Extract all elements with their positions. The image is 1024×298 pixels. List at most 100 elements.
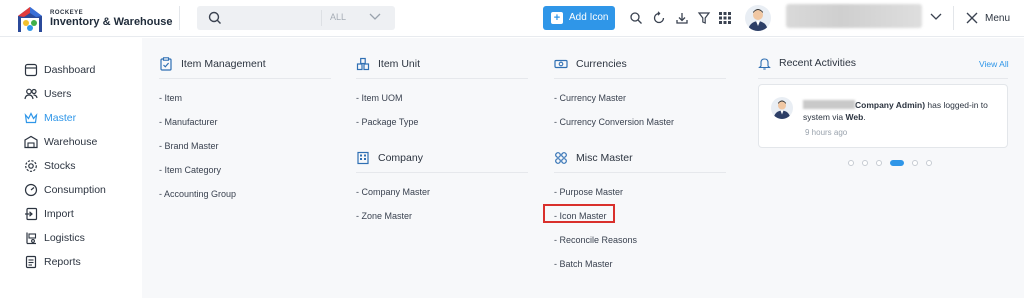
activity-channel: Web — [845, 112, 864, 122]
search-input[interactable] — [229, 10, 317, 26]
user-name-redacted[interactable] — [786, 4, 922, 28]
section-title: Item Management — [181, 58, 266, 70]
rockeye-logo-icon[interactable] — [15, 4, 45, 34]
menu-link-currency-master[interactable]: - Currency Master — [554, 93, 626, 103]
apps-grid-icon[interactable] — [718, 11, 732, 25]
gauge-icon — [24, 183, 38, 197]
activity-role: Company Admin) — [855, 100, 926, 110]
section-title: Currencies — [576, 58, 627, 70]
import-icon — [25, 207, 38, 221]
section-company: Company — [356, 150, 516, 166]
chevron-down-icon[interactable] — [369, 12, 381, 22]
download-icon[interactable] — [675, 11, 689, 25]
bell-icon — [758, 58, 771, 70]
section-divider — [758, 78, 1008, 79]
sidebar-item-master[interactable]: Master — [24, 110, 134, 126]
currency-exchange-icon — [554, 59, 568, 69]
sidebar-item-logistics[interactable]: Logistics — [24, 230, 134, 246]
section-divider — [356, 78, 528, 79]
section-item-unit: Item Unit — [356, 56, 516, 72]
header-divider — [179, 6, 180, 30]
sidebar-item-label: Import — [44, 208, 74, 220]
section-item-management: Item Management — [159, 56, 319, 72]
icon-master-highlight — [543, 204, 615, 223]
pager-dot[interactable] — [848, 160, 854, 166]
user-avatar[interactable] — [745, 5, 771, 31]
activity-message: Company Admin) has logged-in to system v… — [803, 99, 1003, 123]
app-title: Inventory & Warehouse — [50, 16, 173, 28]
sidebar-item-warehouse[interactable]: Warehouse — [24, 134, 134, 150]
close-icon[interactable] — [966, 12, 978, 24]
section-misc-master: Misc Master — [554, 150, 714, 166]
menu-label[interactable]: Menu — [985, 13, 1010, 24]
menu-link-batch-master[interactable]: - Batch Master — [554, 259, 613, 269]
filter-icon[interactable] — [697, 11, 711, 25]
refresh-icon[interactable] — [652, 11, 666, 25]
chevron-down-icon[interactable] — [930, 12, 942, 22]
pager-dot[interactable] — [912, 160, 918, 166]
section-title: Item Unit — [378, 58, 421, 70]
pager-dot[interactable] — [862, 160, 868, 166]
logistics-icon — [26, 232, 37, 245]
sidebar-item-label: Warehouse — [44, 136, 98, 148]
menu-link-accounting-group[interactable]: - Accounting Group — [159, 189, 236, 199]
sidebar-item-dashboard[interactable]: Dashboard — [24, 62, 134, 78]
activity-avatar — [771, 97, 793, 119]
menu-link-currency-conversion-master[interactable]: - Currency Conversion Master — [554, 117, 674, 127]
sidebar-item-stocks[interactable]: Stocks — [24, 158, 134, 174]
activity-pager — [848, 158, 932, 168]
menu-link-zone-master[interactable]: - Zone Master — [356, 211, 412, 221]
add-icon-button[interactable]: + Add Icon — [543, 6, 615, 30]
view-all-link[interactable]: View All — [979, 59, 1009, 69]
sidebar-item-label: Consumption — [44, 184, 106, 196]
sidebar-item-users[interactable]: Users — [24, 86, 134, 102]
menu-link-item-uom[interactable]: - Item UOM — [356, 93, 403, 103]
sidebar-item-label: Users — [44, 88, 72, 100]
menu-link-manufacturer[interactable]: - Manufacturer — [159, 117, 218, 127]
menu-link-item-category[interactable]: - Item Category — [159, 165, 221, 175]
dashboard-icon — [24, 63, 38, 77]
sidebar-item-consumption[interactable]: Consumption — [24, 182, 134, 198]
activity-card[interactable]: Company Admin) has logged-in to system v… — [758, 84, 1008, 148]
units-icon — [356, 57, 370, 71]
section-divider — [554, 172, 726, 173]
pager-dot[interactable] — [926, 160, 932, 166]
sidebar: Dashboard Users Master Warehouse Stocks — [0, 38, 142, 298]
sidebar-item-label: Logistics — [44, 232, 85, 244]
menu-link-package-type[interactable]: - Package Type — [356, 117, 418, 127]
building-icon — [357, 151, 369, 165]
stocks-icon — [25, 160, 37, 172]
activity-user-redacted — [803, 100, 855, 109]
crown-icon — [24, 112, 38, 124]
search-divider — [321, 10, 322, 26]
misc-grid-icon — [555, 152, 567, 164]
pager-dot[interactable] — [876, 160, 882, 166]
search-scope-select[interactable]: ALL — [330, 12, 346, 22]
pager-dot[interactable] — [890, 160, 904, 166]
global-search: ALL — [197, 6, 395, 30]
sidebar-item-import[interactable]: Import — [24, 206, 134, 222]
menu-link-brand-master[interactable]: - Brand Master — [159, 141, 219, 151]
section-divider — [554, 78, 726, 79]
reports-icon — [25, 255, 37, 269]
sidebar-item-label: Reports — [44, 256, 81, 268]
section-divider — [356, 172, 528, 173]
clipboard-check-icon — [160, 57, 172, 71]
warehouse-icon — [24, 135, 38, 149]
search-icon[interactable] — [207, 10, 223, 26]
top-header: ROCKEYE Inventory & Warehouse ALL + Add … — [0, 0, 1024, 37]
menu-link-company-master[interactable]: - Company Master — [356, 187, 430, 197]
menu-link-item[interactable]: - Item — [159, 93, 182, 103]
section-divider — [159, 78, 331, 79]
section-currencies: Currencies — [554, 56, 714, 72]
recent-activities-title: Recent Activities — [779, 57, 857, 69]
plus-icon: + — [551, 12, 563, 24]
sidebar-item-reports[interactable]: Reports — [24, 254, 134, 270]
section-title: Misc Master — [576, 152, 633, 164]
menu-link-reconcile-reasons[interactable]: - Reconcile Reasons — [554, 235, 637, 245]
header-divider — [953, 6, 954, 30]
menu-link-purpose-master[interactable]: - Purpose Master — [554, 187, 623, 197]
users-icon — [24, 88, 38, 100]
search-icon[interactable] — [629, 11, 643, 25]
activity-time: 9 hours ago — [805, 128, 848, 137]
